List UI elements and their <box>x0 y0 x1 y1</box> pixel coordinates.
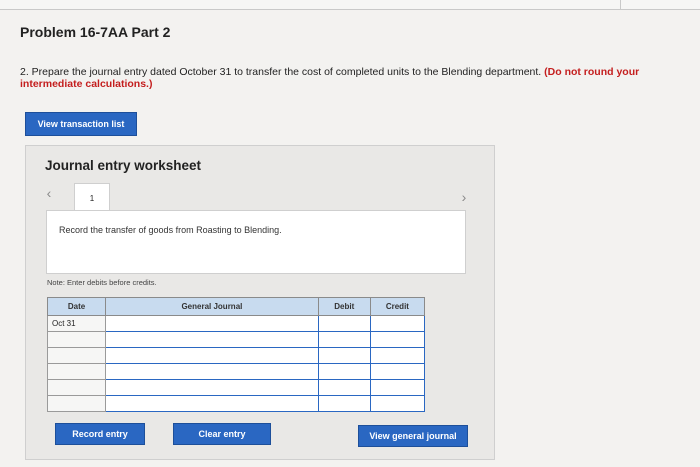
header-credit: Credit <box>369 297 426 316</box>
account-input[interactable] <box>105 347 319 364</box>
debit-input[interactable] <box>317 363 371 380</box>
table-row <box>46 331 426 348</box>
debits-credits-note: Note: Enter debits before credits. <box>47 278 157 287</box>
table-row <box>46 347 426 364</box>
debit-input[interactable] <box>317 395 371 412</box>
credit-input[interactable] <box>369 363 426 380</box>
instruction-main-text: 2. Prepare the journal entry dated Octob… <box>20 66 542 78</box>
problem-title: Problem 16-7AA Part 2 <box>20 24 171 40</box>
account-input[interactable] <box>105 379 319 396</box>
journal-entry-worksheet: Journal entry worksheet ‹ 1 › Record the… <box>25 145 495 460</box>
journal-table: Date General Journal Debit Credit Oct 31 <box>46 297 426 412</box>
table-row <box>46 363 426 380</box>
date-cell <box>46 363 107 380</box>
date-cell: Oct 31 <box>46 315 107 332</box>
credit-input[interactable] <box>369 315 426 332</box>
debit-input[interactable] <box>317 331 371 348</box>
date-cell <box>46 395 107 412</box>
debit-input[interactable] <box>317 347 371 364</box>
credit-input[interactable] <box>369 395 426 412</box>
record-entry-button[interactable]: Record entry <box>55 423 145 445</box>
account-input[interactable] <box>105 395 319 412</box>
credit-input[interactable] <box>369 331 426 348</box>
account-input[interactable] <box>105 331 319 348</box>
credit-input[interactable] <box>369 347 426 364</box>
table-row: Oct 31 <box>46 315 426 332</box>
journal-header-row: Date General Journal Debit Credit <box>46 297 426 316</box>
top-bar-right-box <box>620 0 700 10</box>
debit-input[interactable] <box>317 379 371 396</box>
worksheet-title: Journal entry worksheet <box>45 158 202 173</box>
credit-input[interactable] <box>369 379 426 396</box>
worksheet-instruction-box: Record the transfer of goods from Roasti… <box>46 210 466 274</box>
view-general-journal-button[interactable]: View general journal <box>358 425 468 447</box>
date-cell <box>46 347 107 364</box>
debit-input[interactable] <box>317 315 371 332</box>
table-row <box>46 379 426 396</box>
date-cell <box>46 379 107 396</box>
problem-instructions: 2. Prepare the journal entry dated Octob… <box>20 66 690 90</box>
chevron-left-icon[interactable]: ‹ <box>41 184 57 202</box>
top-bar <box>0 0 700 10</box>
table-row <box>46 395 426 412</box>
clear-entry-button[interactable]: Clear entry <box>173 423 271 445</box>
tab-entry-1[interactable]: 1 <box>74 183 110 211</box>
chevron-right-icon[interactable]: › <box>456 188 472 206</box>
worksheet-instruction-text: Record the transfer of goods from Roasti… <box>59 225 282 235</box>
header-date: Date <box>46 297 107 316</box>
date-cell <box>46 331 107 348</box>
account-input[interactable] <box>105 363 319 380</box>
header-debit: Debit <box>317 297 371 316</box>
account-input[interactable] <box>105 315 319 332</box>
view-transaction-list-button[interactable]: View transaction list <box>25 112 137 136</box>
header-general-journal: General Journal <box>105 297 319 316</box>
